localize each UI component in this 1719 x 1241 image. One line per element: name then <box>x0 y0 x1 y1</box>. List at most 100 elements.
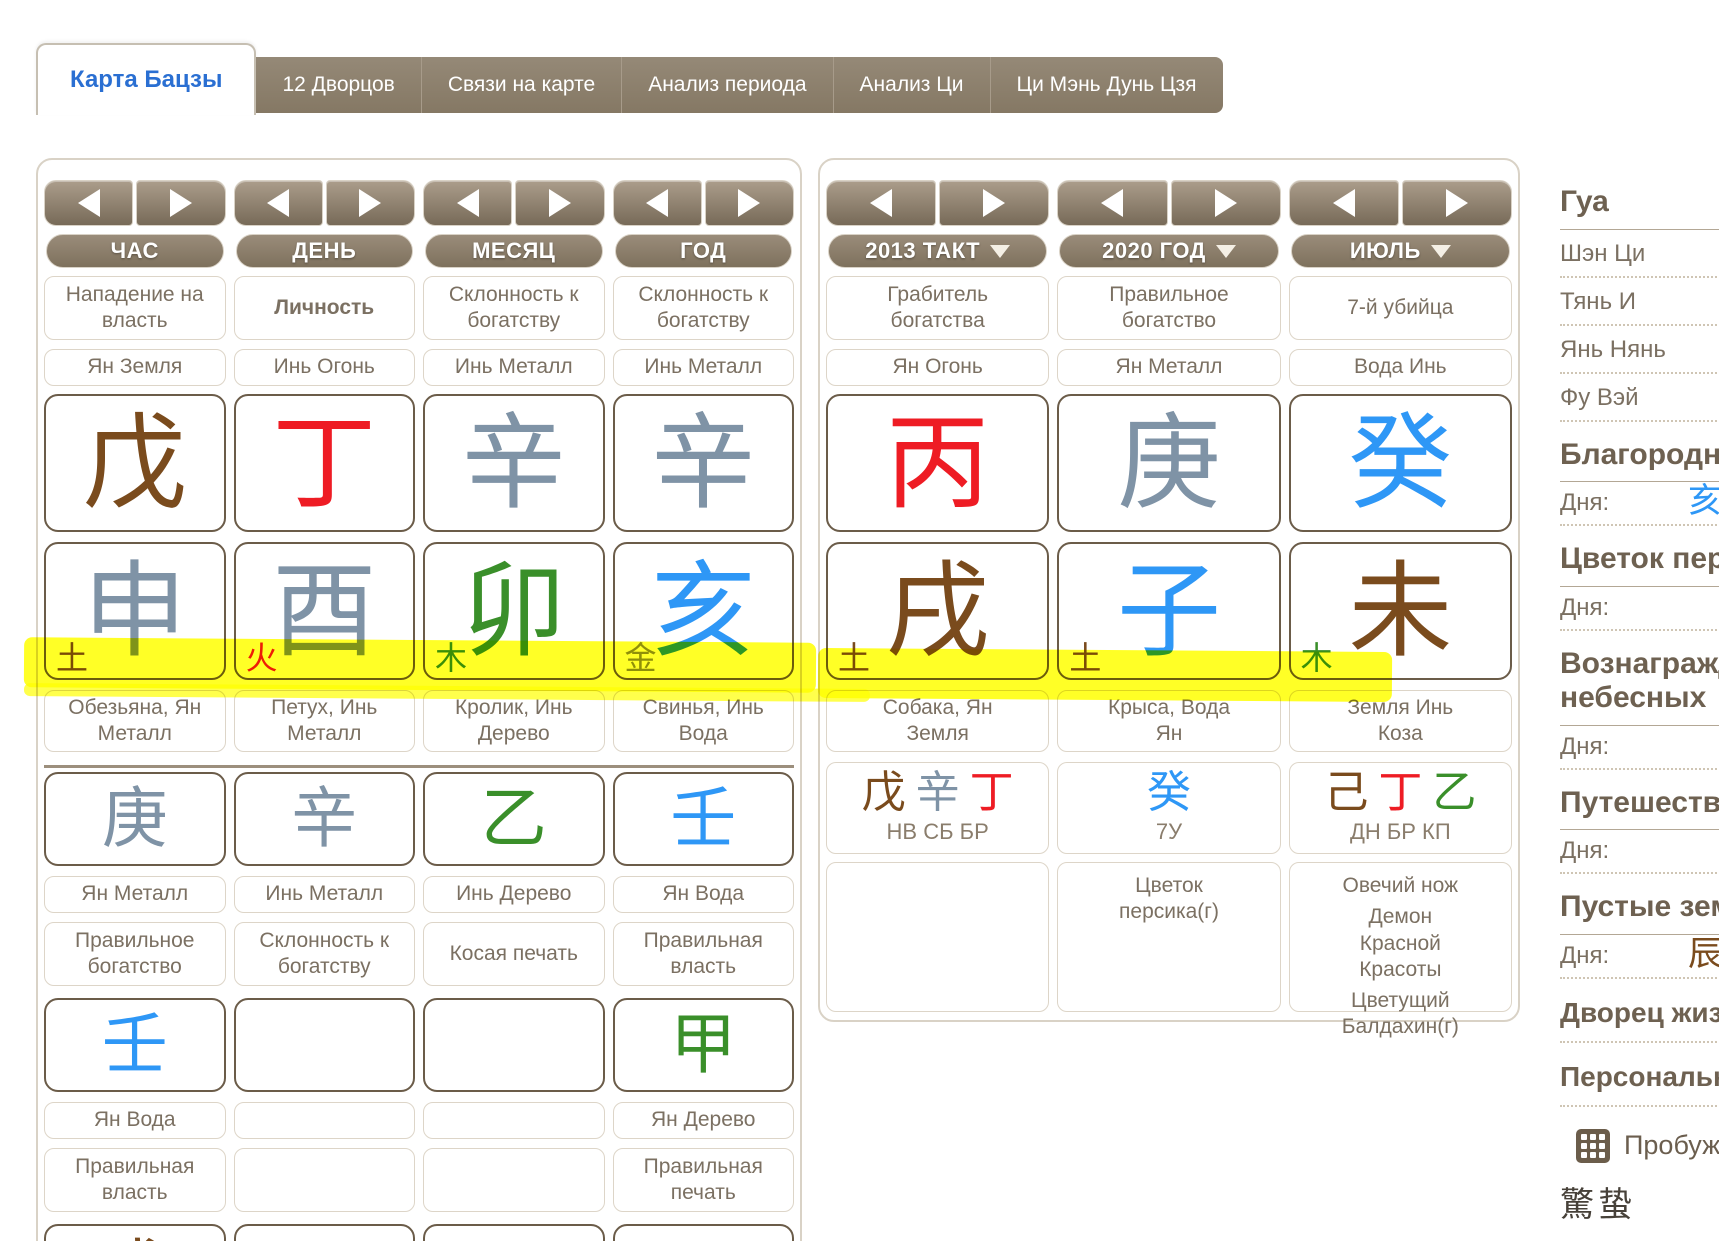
branch-character: 亥 <box>651 559 755 663</box>
stem-character: 辛 <box>462 411 566 515</box>
gua-row-fu-wei: Фу Вэй <box>1560 374 1719 422</box>
year-hidden-stem-2: 甲 <box>613 998 795 1092</box>
year-hidden-god-2: Правильная печать <box>613 1148 795 1212</box>
hidden-stem-character: 己 <box>1324 771 1368 815</box>
takt-element-label: Ян Огонь <box>826 349 1049 386</box>
hour-prev-button[interactable] <box>44 180 133 226</box>
hidden-stem-character: 辛 <box>916 771 960 815</box>
header-line-2: небесных <box>1560 681 1719 716</box>
branch-character: 卯 <box>462 559 566 663</box>
year-hidden-stem-3 <box>613 1224 795 1241</box>
calendar-link[interactable]: Пробуждение <box>1576 1129 1719 1163</box>
year-hidden-god-1: Правильная власть <box>613 922 795 986</box>
year-2020-next-button[interactable] <box>1171 180 1281 226</box>
header-line-1: Вознаграждения <box>1560 647 1719 682</box>
hidden-stem-character: 丁 <box>1378 771 1422 815</box>
takt-next-button[interactable] <box>939 180 1049 226</box>
takt-header-dropdown[interactable]: 2013 ТАКТ <box>828 234 1047 268</box>
nobleman-day-row: Дня: 亥 <box>1560 482 1719 526</box>
tab-12-palaces[interactable]: 12 Дворцов <box>256 57 421 113</box>
branch-element-character: 土 <box>1069 642 1101 674</box>
year-2020-nav <box>1057 180 1280 226</box>
branch-character: 子 <box>1117 559 1221 663</box>
pillar-column-hour: ЧАС Нападение на власть Ян Земля 戊 申 土 О… <box>44 168 226 1241</box>
life-palace-header: Дворец жизни <box>1560 997 1719 1043</box>
hour-element-label: Ян Земля <box>44 349 226 386</box>
month-july-next-button[interactable] <box>1402 180 1512 226</box>
year-next-button[interactable] <box>705 180 794 226</box>
peach-blossom-header: Цветок персика <box>1560 542 1719 587</box>
year-2020-header-dropdown[interactable]: 2020 ГОД <box>1059 234 1278 268</box>
month-july-animal-label: Земля Инь Коза <box>1289 690 1512 752</box>
month-hidden-god-1: Косая печать <box>423 922 605 986</box>
tab-period-analysis[interactable]: Анализ периода <box>622 57 833 113</box>
hidden-stem-character: 戊 <box>862 771 906 815</box>
hidden-stem-character: 乙 <box>481 786 547 852</box>
hidden-stem-character: 庚 <box>102 786 168 852</box>
month-stem-cell: 辛 <box>423 394 605 532</box>
stem-character: 丁 <box>272 411 376 515</box>
luck-periods-panel: 2013 ТАКТ Грабитель богатства Ян Огонь 丙… <box>818 158 1520 1022</box>
month-july-prev-button[interactable] <box>1289 180 1399 226</box>
year-2020-prev-button[interactable] <box>1057 180 1167 226</box>
travel-horse-day-row: Дня: <box>1560 830 1719 874</box>
star-label: Демон Красной Красоты <box>1335 904 1466 983</box>
bazi-app-page: Карта Бацзы 12 Дворцов Связи на карте Ан… <box>0 0 1719 1241</box>
pillar-column-day: ДЕНЬ Личность Инь Огонь 丁 酉 火 Петух, Инь… <box>234 168 416 1241</box>
void-section: Пустые земли Дня: 辰 <box>1560 890 1719 979</box>
tab-bazi-chart[interactable]: Карта Бацзы <box>36 43 256 115</box>
day-stem-cell: 丁 <box>234 394 416 532</box>
tab-qi-analysis[interactable]: Анализ Ци <box>834 57 991 113</box>
star-label: Цветок персика(г) <box>1103 873 1234 926</box>
day-label: Дня: <box>1560 594 1609 622</box>
day-prev-button[interactable] <box>234 180 323 226</box>
month-hidden-element-2 <box>423 1102 605 1139</box>
day-value-character: 辰 <box>1688 937 1719 971</box>
hidden-stem-character: 乙 <box>1432 771 1476 815</box>
year-hidden-element-2: Ян Дерево <box>613 1102 795 1139</box>
day-label: Дня: <box>1560 837 1609 865</box>
day-branch-cell: 酉 火 <box>234 542 416 680</box>
year-nav <box>613 180 795 226</box>
year-stem-cell: 辛 <box>613 394 795 532</box>
month-july-header-dropdown[interactable]: ИЮЛЬ <box>1291 234 1510 268</box>
month-next-button[interactable] <box>515 180 604 226</box>
hidden-stem-character: 壬 <box>102 1012 168 1078</box>
year-element-label: Инь Металл <box>613 349 795 386</box>
branch-character: 酉 <box>272 559 376 663</box>
hidden-stem-character: 丁 <box>970 771 1014 815</box>
year-2020-hidden-stems-cell: 癸 7У <box>1057 762 1280 854</box>
hour-header: ЧАС <box>46 234 224 268</box>
year-prev-button[interactable] <box>613 180 702 226</box>
hidden-stem-character: 癸 <box>1147 771 1191 815</box>
hour-god-label: Нападение на власть <box>44 276 226 340</box>
tab-qi-men-dun-jia[interactable]: Ци Мэнь Дунь Цзя <box>991 57 1223 113</box>
hour-stem-cell: 戊 <box>44 394 226 532</box>
day-hidden-stem-1: 辛 <box>234 772 416 866</box>
branch-element-character: 土 <box>838 642 870 674</box>
month-branch-cell: 卯 木 <box>423 542 605 680</box>
day-next-button[interactable] <box>326 180 415 226</box>
hour-hidden-element-2: Ян Вода <box>44 1102 226 1139</box>
hour-branch-cell: 申 土 <box>44 542 226 680</box>
hour-next-button[interactable] <box>136 180 225 226</box>
takt-prev-button[interactable] <box>826 180 936 226</box>
hidden-stems-divider <box>44 765 794 768</box>
dropdown-icon <box>990 245 1010 258</box>
solar-term-characters: 驚蛰 <box>1560 1177 1719 1226</box>
month-header: МЕСЯЦ <box>425 234 603 268</box>
hidden-stem-character: 辛 <box>291 786 357 852</box>
takt-nav <box>826 180 1049 226</box>
branch-element-character: 木 <box>435 642 467 674</box>
tab-chart-links[interactable]: Связи на карте <box>422 57 622 113</box>
month-prev-button[interactable] <box>423 180 512 226</box>
takt-animal-label: Собака, Ян Земля <box>826 690 1049 752</box>
hidden-stem-characters: 己 丁 乙 <box>1324 771 1476 815</box>
month-july-stem-cell: 癸 <box>1289 394 1512 532</box>
year-2020-branch-cell: 子 土 <box>1057 542 1280 680</box>
branch-element-character: 土 <box>56 642 88 674</box>
hour-hidden-god-1: Правильное богатство <box>44 922 226 986</box>
branch-character: 戌 <box>886 559 990 663</box>
day-label: Дня: <box>1560 942 1609 970</box>
branch-character: 未 <box>1348 559 1452 663</box>
